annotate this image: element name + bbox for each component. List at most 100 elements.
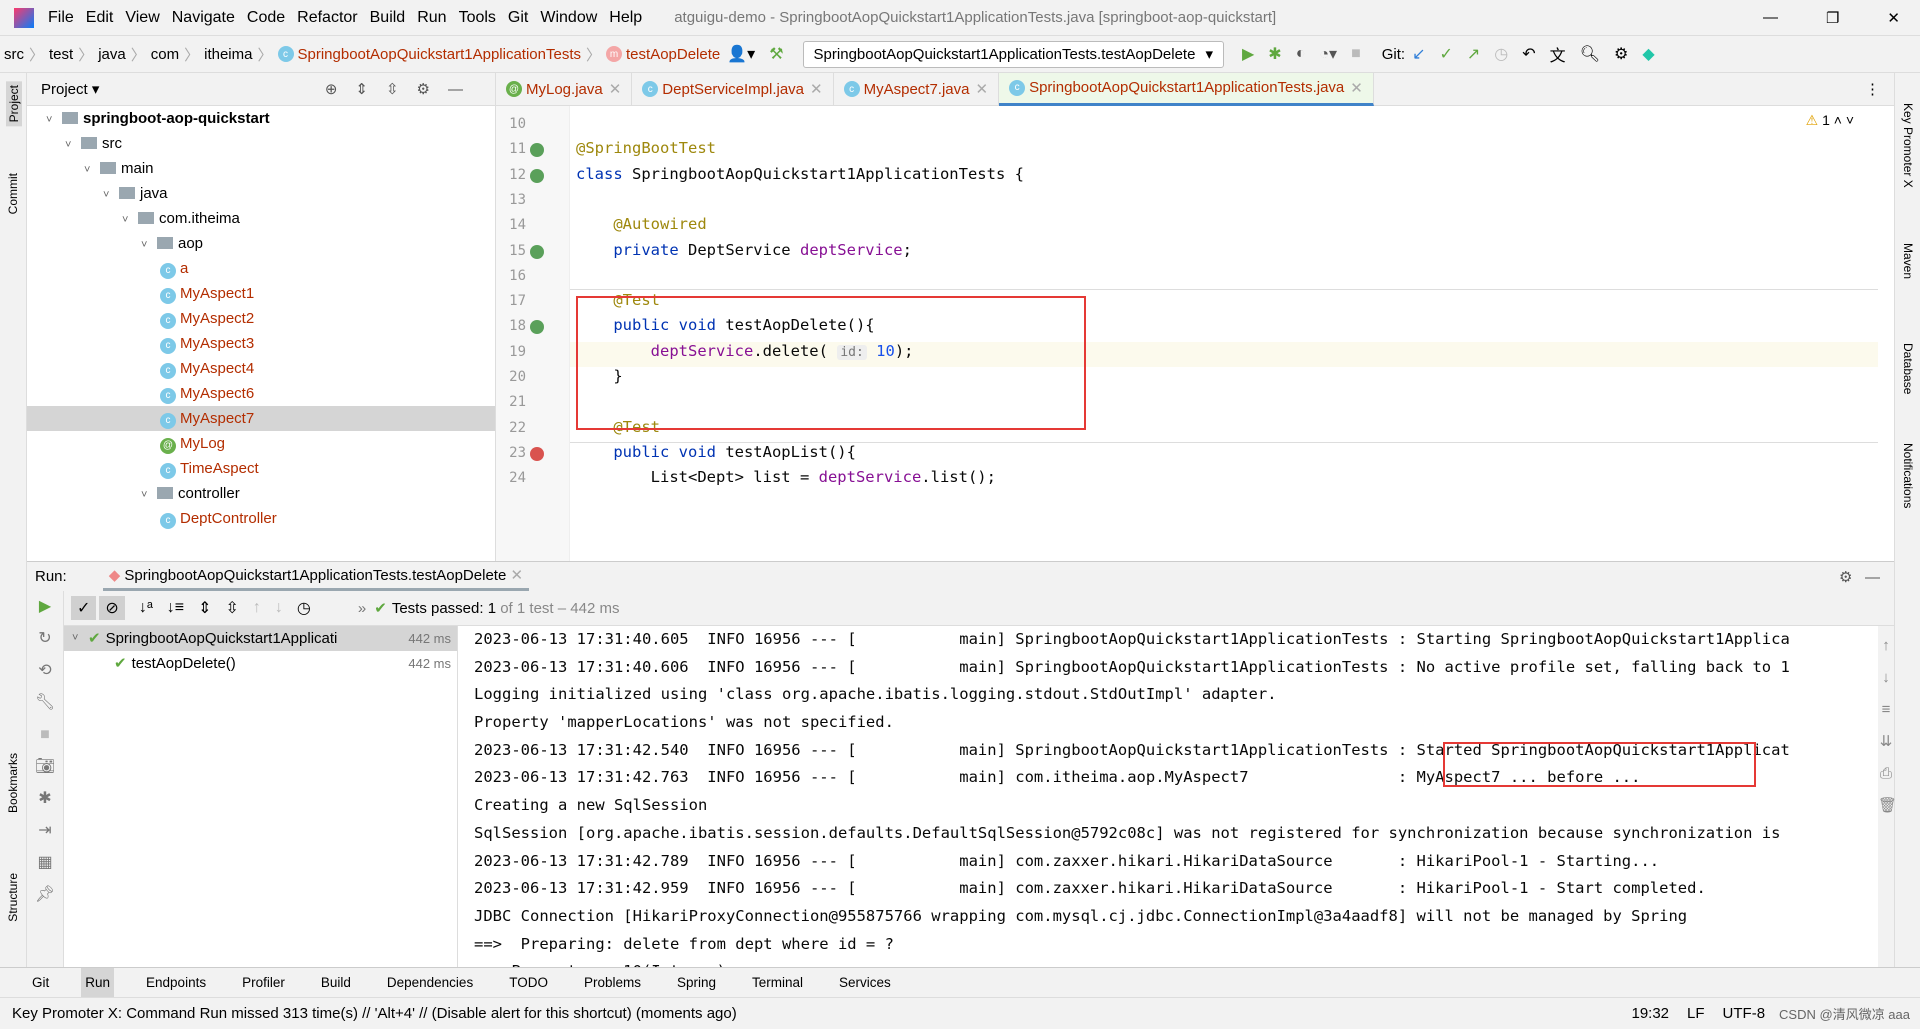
- tree-item[interactable]: ˅ aop: [27, 231, 495, 256]
- editor-tab[interactable]: c MyAspect7.java ✕: [834, 72, 1000, 106]
- project-panel-actions[interactable]: ⊕⇕⇳⚙—: [325, 80, 481, 98]
- run-failed-gutter-icon[interactable]: [530, 446, 544, 461]
- tree-item[interactable]: ˅ java: [27, 181, 495, 206]
- rerun-failed-icon[interactable]: ↻: [27, 623, 63, 655]
- toolbox-icon[interactable]: ◆: [1642, 44, 1654, 64]
- close-button[interactable]: ✕: [1887, 9, 1900, 27]
- menu-run[interactable]: Run: [417, 9, 446, 27]
- test-case-row[interactable]: ✔ testAopDelete() 442 ms: [64, 651, 457, 676]
- layout-icon[interactable]: ▦: [27, 847, 63, 879]
- import-icon[interactable]: ⇥: [27, 815, 63, 847]
- tree-item[interactable]: ˅ com.itheima: [27, 206, 495, 231]
- tool-window-key-promoter[interactable]: Key Promoter X: [1901, 103, 1915, 188]
- tool-window-run[interactable]: Run: [81, 967, 115, 998]
- breadcrumb-item[interactable]: test: [49, 46, 73, 63]
- breadcrumb-item[interactable]: testAopDelete: [626, 46, 720, 63]
- caret-position[interactable]: 19:32: [1631, 1005, 1669, 1022]
- tree-item[interactable]: c MyAspect6: [27, 381, 495, 406]
- git-update-icon[interactable]: ↙: [1412, 44, 1425, 64]
- tool-window-todo[interactable]: TODO: [505, 968, 552, 998]
- close-tab-icon[interactable]: ✕: [976, 80, 989, 98]
- menu-git[interactable]: Git: [508, 9, 528, 27]
- breadcrumb-item[interactable]: src: [4, 46, 24, 63]
- rerun-icon[interactable]: ▶: [27, 591, 63, 623]
- warning-indicator[interactable]: ⚠ 1 ˄ ˅: [1806, 112, 1854, 129]
- rollback-icon[interactable]: ↶: [1522, 44, 1535, 64]
- run-gutter-icon[interactable]: [530, 168, 544, 183]
- menu-navigate[interactable]: Navigate: [172, 9, 235, 27]
- git-commit-icon[interactable]: ✓: [1439, 44, 1452, 64]
- menu-window[interactable]: Window: [540, 9, 597, 27]
- next-icon[interactable]: ↓: [275, 599, 283, 617]
- editor-tab[interactable]: c DeptServiceImpl.java ✕: [632, 72, 834, 106]
- chevron-down-icon[interactable]: ˅: [84, 158, 100, 183]
- tool-window-structure[interactable]: Structure: [6, 873, 20, 922]
- tool-window-terminal[interactable]: Terminal: [748, 968, 807, 998]
- console-actions[interactable]: ↑ ↓ ≡ ⇊ ⎙ 🗑︎: [1878, 626, 1897, 968]
- build-icon[interactable]: ⚒: [769, 44, 783, 64]
- stop-icon[interactable]: ■: [27, 719, 63, 751]
- tree-item[interactable]: ˅ src: [27, 131, 495, 156]
- project-view-select[interactable]: Project ▾: [41, 80, 99, 98]
- tree-item[interactable]: c MyAspect4: [27, 356, 495, 381]
- menu-help[interactable]: Help: [609, 9, 642, 27]
- coverage-icon[interactable]: ◐: [1296, 45, 1306, 63]
- show-ignored-toggle[interactable]: ⊘: [99, 596, 125, 620]
- sort-duration-icon[interactable]: ↓≡: [167, 599, 184, 617]
- collapse-all-icon[interactable]: ⇳: [226, 598, 239, 618]
- translate-icon[interactable]: 文: [1550, 42, 1566, 66]
- toggle-auto-test-icon[interactable]: ⟲: [27, 655, 63, 687]
- menu-edit[interactable]: Edit: [86, 9, 114, 27]
- pin-icon[interactable]: 📌︎: [27, 879, 63, 911]
- settings-icon[interactable]: ⚙: [1614, 44, 1628, 64]
- tool-window-project[interactable]: Project: [6, 81, 22, 127]
- tool-window-git[interactable]: Git: [28, 968, 53, 998]
- tree-item[interactable]: c MyAspect2: [27, 306, 495, 331]
- breadcrumb-item[interactable]: itheima: [204, 46, 252, 63]
- editor-tab[interactable]: c SpringbootAopQuickstart1ApplicationTest…: [999, 72, 1374, 106]
- menu-refactor[interactable]: Refactor: [297, 9, 357, 27]
- tree-item[interactable]: ˅ controller: [27, 481, 495, 506]
- menu-build[interactable]: Build: [370, 9, 406, 27]
- search-icon[interactable]: 🔍︎: [1580, 44, 1600, 64]
- tool-window-database[interactable]: Database: [1901, 343, 1915, 394]
- tree-item[interactable]: c TimeAspect: [27, 456, 495, 481]
- history-icon[interactable]: ◷: [1494, 44, 1508, 64]
- editor-tab[interactable]: @ MyLog.java ✕: [496, 72, 633, 106]
- previous-icon[interactable]: ↑: [253, 599, 261, 617]
- tool-window-maven[interactable]: Maven: [1901, 243, 1915, 279]
- debug-icon[interactable]: ✱: [27, 783, 63, 815]
- menu-file[interactable]: File: [48, 9, 74, 27]
- chevron-down-icon[interactable]: ˅: [65, 133, 81, 158]
- tree-item[interactable]: c MyAspect7: [27, 406, 495, 431]
- tool-window-commit[interactable]: Commit: [6, 173, 20, 214]
- menu-code[interactable]: Code: [247, 9, 285, 27]
- user-icon[interactable]: 👤▾: [727, 44, 755, 64]
- breadcrumb-item[interactable]: SpringbootAopQuickstart1ApplicationTests: [298, 46, 582, 63]
- status-message[interactable]: Key Promoter X: Command Run missed 313 t…: [12, 1005, 737, 1022]
- test-suite-row[interactable]: ˅ ✔ SpringbootAopQuickstart1Applicati 442 m…: [64, 626, 457, 651]
- tree-item[interactable]: ˅ springboot-aop-quickstart: [27, 106, 495, 131]
- expand-all-icon[interactable]: ⇕: [198, 598, 211, 618]
- run-panel-settings-icon[interactable]: ⚙ —: [1839, 568, 1880, 586]
- git-push-icon[interactable]: ↗: [1467, 44, 1480, 64]
- chevron-down-icon[interactable]: ˅: [103, 183, 119, 208]
- tree-item[interactable]: c MyAspect1: [27, 281, 495, 306]
- tool-window-problems[interactable]: Problems: [580, 968, 645, 998]
- more-tabs-icon[interactable]: ⋮: [1865, 80, 1880, 98]
- tree-item[interactable]: ˅ main: [27, 156, 495, 181]
- sort-alpha-icon[interactable]: ↓ᵃ: [139, 599, 153, 617]
- close-tab-icon[interactable]: ✕: [810, 80, 823, 98]
- tree-item[interactable]: @ MyLog: [27, 431, 495, 456]
- tool-window-endpoints[interactable]: Endpoints: [142, 968, 210, 998]
- tool-window-services[interactable]: Services: [835, 968, 895, 998]
- run-tab[interactable]: ◆ SpringbootAopQuickstart1ApplicationTes…: [102, 562, 530, 591]
- run-gutter-icon[interactable]: [530, 143, 544, 158]
- tool-window-build[interactable]: Build: [317, 968, 355, 998]
- chevron-down-icon[interactable]: ˅: [141, 233, 157, 258]
- console-output[interactable]: 2023-06-13 17:31:40.605 INFO 16956 --- […: [458, 626, 1878, 968]
- stop-icon[interactable]: ■: [1351, 45, 1361, 63]
- close-tab-icon[interactable]: ✕: [1350, 79, 1363, 97]
- show-passed-toggle[interactable]: ✓: [71, 596, 97, 620]
- tool-window-dependencies[interactable]: Dependencies: [383, 968, 477, 998]
